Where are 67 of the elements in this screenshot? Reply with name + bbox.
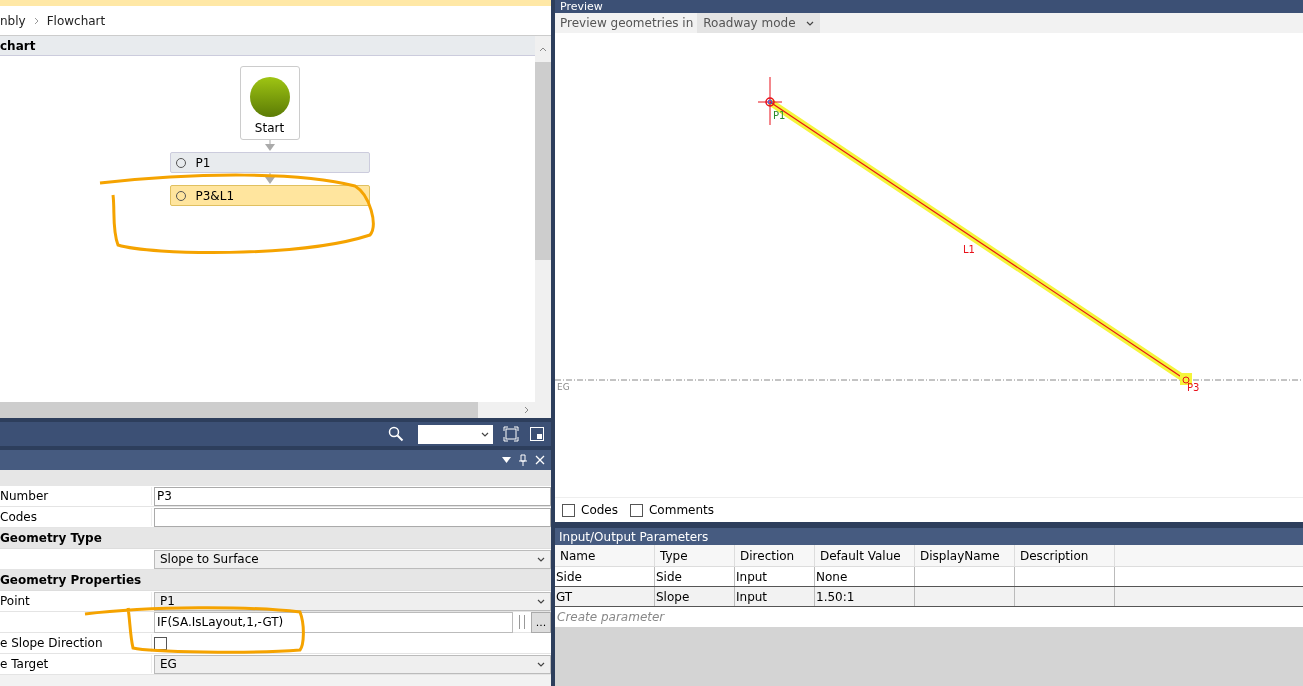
flowchart-step[interactable]: P1 (169, 152, 370, 173)
table-cell-text: Side (556, 568, 582, 586)
chevron-down-icon (537, 556, 545, 562)
property-dropdown[interactable]: EG (154, 654, 551, 674)
column-header[interactable]: DisplayName (915, 545, 1015, 566)
property-input[interactable]: P3 (154, 486, 551, 506)
table-cell-text: None (816, 568, 848, 586)
search-icon[interactable] (388, 426, 404, 442)
panel-title: Input/Output Parameters (555, 528, 1303, 545)
column-header[interactable]: Name (555, 545, 655, 566)
breadcrumb-link[interactable]: nbly (0, 11, 26, 30)
chevron-down-icon (537, 598, 545, 604)
table-cell-text: Side (656, 568, 682, 586)
chevron-right-icon[interactable] (524, 406, 529, 414)
column-header[interactable]: Default Value (815, 545, 915, 566)
close-icon[interactable] (535, 455, 545, 465)
property-label: Codes (0, 509, 37, 526)
table-cell-text: Input (736, 568, 768, 586)
chevron-down-icon (537, 661, 545, 667)
pin-icon[interactable] (519, 454, 527, 466)
ellipsis-button[interactable]: ... (531, 611, 551, 633)
line-label: L1 (963, 244, 975, 255)
property-dropdown[interactable]: P1 (154, 591, 551, 611)
create-parameter-placeholder[interactable]: Create parameter (557, 608, 665, 626)
flowchart-header: chart (0, 36, 535, 56)
option-checkbox[interactable] (630, 503, 643, 517)
table-cell-text: Input (736, 588, 768, 606)
point-label: P3 (1187, 382, 1200, 393)
point-label: P1 (773, 110, 786, 121)
property-dropdown[interactable]: Slope to Surface (154, 549, 551, 569)
start-node[interactable]: Start (239, 66, 300, 140)
table-cell-text: 1.50:1 (816, 588, 855, 606)
option-checkbox[interactable] (562, 503, 575, 517)
caret-down-icon[interactable] (502, 457, 511, 463)
arrow-down-icon (264, 140, 275, 152)
property-group-header: Geometry Type (0, 528, 551, 549)
arrow-down-icon (264, 173, 275, 185)
checkbox-label: Codes (581, 502, 618, 519)
surface-label: EG (557, 382, 570, 392)
end-point-marker (1180, 373, 1192, 385)
mode-label: Preview geometries in (560, 15, 694, 32)
table-cell-text: Slope (656, 588, 690, 606)
panel-title: Preview (560, 1, 603, 12)
property-label: Point (0, 593, 30, 610)
chevron-down-icon (481, 431, 489, 437)
expression-input[interactable]: IF(SA.IsLayout,1,-GT) (154, 611, 513, 633)
column-header[interactable]: Type (655, 545, 735, 566)
property-checkbox[interactable] (154, 636, 167, 650)
window-icon[interactable] (529, 426, 545, 442)
checkbox-label: Comments (649, 502, 715, 519)
fit-view-icon[interactable] (503, 426, 519, 442)
mode-dropdown[interactable]: Roadway mode (697, 13, 820, 33)
chevron-down-icon (805, 20, 814, 26)
table-cell-text: GT (556, 588, 573, 606)
property-label: Number (0, 488, 49, 505)
grip-icon (519, 615, 525, 629)
zoom-dropdown[interactable] (418, 424, 493, 444)
column-header[interactable]: Description (1015, 545, 1115, 566)
property-group-header: Geometry Properties (0, 570, 551, 591)
property-label: e Target (0, 656, 49, 673)
flowchart-step[interactable]: P3&L1 (169, 185, 370, 206)
breadcrumb-link[interactable]: Flowchart (46, 11, 106, 30)
property-label: e Slope Direction (0, 635, 103, 652)
chevron-up-icon[interactable] (539, 46, 547, 52)
chevron-right-icon (33, 16, 39, 25)
crosshair-icon (757, 76, 783, 126)
column-header[interactable]: Direction (735, 545, 815, 566)
